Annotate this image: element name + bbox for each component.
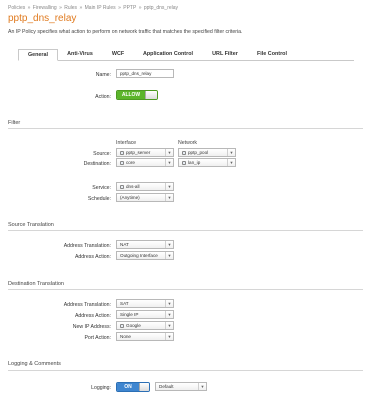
interface-column-header: Interface bbox=[116, 140, 137, 146]
chevron-down-icon: ▼ bbox=[227, 149, 235, 156]
address-object-icon bbox=[120, 323, 124, 328]
src-address-translation-value: NAT bbox=[120, 242, 129, 247]
section-divider bbox=[8, 289, 363, 290]
chevron-down-icon: ▼ bbox=[165, 241, 173, 248]
src-address-translation-select[interactable]: NAT ▼ bbox=[116, 240, 174, 249]
chevron-down-icon: ▼ bbox=[165, 159, 173, 166]
tab-application-control[interactable]: Application Control bbox=[136, 49, 200, 61]
logging-toggle[interactable]: ON bbox=[116, 382, 150, 392]
source-interface-select[interactable]: pptp_server ▼ bbox=[116, 148, 174, 157]
section-title-source-translation: Source Translation bbox=[8, 222, 54, 228]
network-column-header: Network bbox=[178, 140, 198, 146]
chevron-down-icon: ▼ bbox=[165, 311, 173, 318]
new-ip-address-label: New IP Address: bbox=[72, 324, 111, 330]
network-icon bbox=[182, 160, 186, 165]
section-divider bbox=[8, 370, 363, 371]
interface-icon bbox=[120, 150, 124, 155]
tab-general[interactable]: General bbox=[18, 49, 58, 61]
src-address-translation-label: Address Translation: bbox=[63, 243, 111, 249]
chevron-down-icon: ▼ bbox=[165, 333, 173, 340]
dst-address-action-label: Address Action: bbox=[74, 313, 111, 319]
chevron-down-icon: ▼ bbox=[165, 183, 173, 190]
dst-address-translation-label: Address Translation: bbox=[63, 302, 111, 308]
src-address-action-select[interactable]: Outgoing Interface ▼ bbox=[116, 251, 174, 260]
destination-network-value: lan_ip bbox=[188, 160, 201, 165]
section-divider bbox=[8, 230, 363, 231]
tab-anti-virus[interactable]: Anti-Virus bbox=[60, 49, 100, 61]
service-value: dns-all bbox=[126, 184, 140, 189]
breadcrumb-separator: » bbox=[27, 5, 31, 11]
breadcrumb: Policies » Firewalling » Rules » Main IP… bbox=[8, 5, 179, 11]
breadcrumb-item-firewalling[interactable]: Firewalling bbox=[33, 5, 57, 11]
port-action-label: Port Action: bbox=[84, 335, 111, 341]
breadcrumb-item-rules[interactable]: Rules bbox=[64, 5, 77, 11]
toggle-knob bbox=[139, 383, 149, 391]
source-network-value: pptp_pool bbox=[188, 150, 209, 155]
logging-toggle-value: ON bbox=[117, 383, 139, 391]
destination-interface-select[interactable]: core ▼ bbox=[116, 158, 174, 167]
breadcrumb-item-pptp[interactable]: PPTP bbox=[123, 5, 136, 11]
breadcrumb-separator: » bbox=[59, 5, 62, 11]
dst-address-translation-select[interactable]: SAT ▼ bbox=[116, 299, 174, 308]
tab-url-filter[interactable]: URL Filter bbox=[204, 49, 246, 61]
interface-icon bbox=[120, 160, 124, 165]
schedule-label: Schedule: bbox=[87, 196, 111, 202]
chevron-down-icon: ▼ bbox=[165, 149, 173, 156]
service-icon bbox=[120, 184, 124, 189]
source-interface-value: pptp_server bbox=[126, 150, 151, 155]
chevron-down-icon: ▼ bbox=[198, 383, 206, 390]
destination-interface-value: core bbox=[126, 160, 135, 165]
action-toggle[interactable]: ALLOW bbox=[116, 90, 158, 100]
chevron-down-icon: ▼ bbox=[227, 159, 235, 166]
source-label: Source: bbox=[93, 151, 111, 157]
source-network-select[interactable]: pptp_pool ▼ bbox=[178, 148, 236, 157]
log-level-select[interactable]: Default ▼ bbox=[155, 382, 207, 391]
breadcrumb-item-main-ip-rules[interactable]: Main IP Rules bbox=[85, 5, 116, 11]
schedule-value: (Anytime) bbox=[120, 195, 140, 200]
name-field[interactable]: pptp_dns_relay bbox=[116, 69, 174, 78]
chevron-down-icon: ▼ bbox=[165, 322, 173, 329]
breadcrumb-separator: » bbox=[118, 5, 121, 11]
chevron-down-icon: ▼ bbox=[165, 194, 173, 201]
log-level-value: Default bbox=[159, 384, 174, 389]
dst-address-action-value: Single IP bbox=[120, 312, 139, 317]
dst-address-translation-value: SAT bbox=[120, 301, 129, 306]
toggle-knob bbox=[145, 91, 157, 99]
tab-file-control[interactable]: File Control bbox=[250, 49, 294, 61]
schedule-select[interactable]: (Anytime) ▼ bbox=[116, 193, 174, 202]
network-icon bbox=[182, 150, 186, 155]
breadcrumb-item-current: pptp_dns_relay bbox=[143, 5, 179, 11]
breadcrumb-separator: » bbox=[138, 5, 142, 11]
chevron-down-icon: ▼ bbox=[165, 252, 173, 259]
dst-address-action-select[interactable]: Single IP ▼ bbox=[116, 310, 174, 319]
src-address-action-value: Outgoing Interface bbox=[120, 253, 158, 258]
tab-bar: General Anti-Virus WCF Application Contr… bbox=[18, 49, 354, 61]
src-address-action-label: Address Action: bbox=[74, 254, 111, 260]
port-action-select[interactable]: None ▼ bbox=[116, 332, 174, 341]
service-label: Service: bbox=[92, 185, 111, 191]
chevron-down-icon: ▼ bbox=[165, 300, 173, 307]
breadcrumb-item-policies[interactable]: Policies bbox=[8, 5, 25, 11]
port-action-value: None bbox=[120, 334, 131, 339]
breadcrumb-separator: » bbox=[79, 5, 83, 11]
new-ip-address-select[interactable]: Google ▼ bbox=[116, 321, 174, 330]
action-label: Action: bbox=[95, 94, 111, 100]
page-description: An IP Policy specifies what action to pe… bbox=[8, 29, 243, 35]
new-ip-address-value: Google bbox=[126, 323, 141, 328]
section-title-logging: Logging & Comments bbox=[8, 361, 61, 367]
section-title-destination-translation: Destination Translation bbox=[8, 281, 64, 287]
destination-network-select[interactable]: lan_ip ▼ bbox=[178, 158, 236, 167]
page-title: pptp_dns_relay bbox=[8, 13, 77, 24]
section-title-filter: Filter bbox=[8, 120, 21, 126]
name-label: Name: bbox=[95, 72, 111, 78]
logging-label: Logging: bbox=[91, 385, 111, 391]
section-divider bbox=[8, 128, 363, 129]
tab-wcf[interactable]: WCF bbox=[104, 49, 132, 61]
destination-label: Destination: bbox=[83, 161, 111, 167]
action-toggle-value: ALLOW bbox=[117, 91, 145, 99]
service-select[interactable]: dns-all ▼ bbox=[116, 182, 174, 191]
